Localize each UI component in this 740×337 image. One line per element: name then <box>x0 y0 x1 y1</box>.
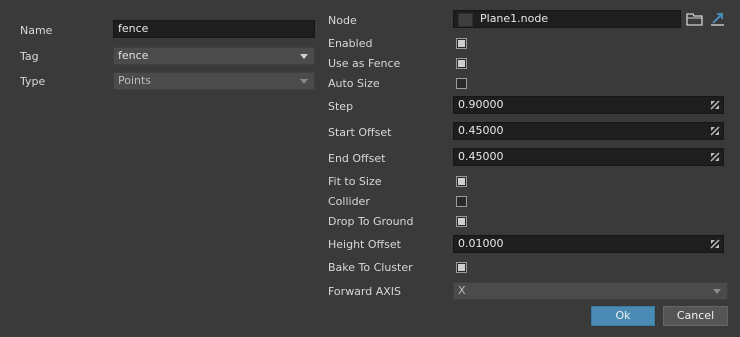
use-as-fence-label: Use as Fence <box>328 57 401 70</box>
auto-size-checkbox[interactable] <box>456 78 467 89</box>
chevron-down-icon <box>300 79 308 84</box>
fit-to-size-checkbox[interactable] <box>456 176 467 187</box>
forward-axis-dropdown[interactable]: X <box>453 282 728 300</box>
node-value: Plane1.node <box>480 12 549 25</box>
drop-to-ground-label: Drop To Ground <box>328 215 414 228</box>
end-offset-input[interactable]: 0.45000 <box>453 148 724 166</box>
name-input[interactable]: fence <box>113 20 315 38</box>
type-value: Points <box>118 74 152 87</box>
enabled-label: Enabled <box>328 37 373 50</box>
forward-axis-value: X <box>458 284 466 297</box>
name-label: Name <box>20 24 53 37</box>
tag-value: fence <box>118 49 149 62</box>
bake-to-cluster-label: Bake To Cluster <box>328 261 413 274</box>
chevron-down-icon <box>713 289 721 294</box>
open-arrow-icon[interactable] <box>709 11 727 27</box>
end-offset-value: 0.45000 <box>458 150 504 163</box>
enabled-checkbox[interactable] <box>456 38 467 49</box>
fit-to-size-label: Fit to Size <box>328 175 382 188</box>
bake-to-cluster-checkbox[interactable] <box>456 262 467 273</box>
node-input[interactable]: Plane1.node <box>453 10 681 28</box>
height-offset-value: 0.01000 <box>458 237 504 250</box>
drop-to-ground-checkbox[interactable] <box>456 216 467 227</box>
step-value: 0.90000 <box>458 98 504 111</box>
forward-axis-label: Forward AXIS <box>328 285 402 298</box>
slider-handle-icon[interactable] <box>710 152 720 162</box>
slider-handle-icon[interactable] <box>710 239 720 249</box>
use-as-fence-checkbox[interactable] <box>456 58 467 69</box>
type-dropdown[interactable]: Points <box>113 72 315 90</box>
auto-size-label: Auto Size <box>328 77 380 90</box>
type-label: Type <box>20 75 46 88</box>
slider-handle-icon[interactable] <box>710 100 720 110</box>
tag-dropdown[interactable]: fence <box>113 47 315 65</box>
start-offset-input[interactable]: 0.45000 <box>453 122 724 140</box>
collider-checkbox[interactable] <box>456 196 467 207</box>
height-offset-label: Height Offset <box>328 238 401 251</box>
chevron-down-icon <box>300 54 308 59</box>
height-offset-input[interactable]: 0.01000 <box>453 235 724 253</box>
tag-label: Tag <box>20 50 39 63</box>
folder-icon[interactable] <box>686 11 704 27</box>
step-label: Step <box>328 100 354 113</box>
start-offset-label: Start Offset <box>328 126 392 139</box>
cancel-button[interactable]: Cancel <box>663 306 728 326</box>
node-thumbnail-icon <box>458 13 473 27</box>
collider-label: Collider <box>328 195 370 208</box>
start-offset-value: 0.45000 <box>458 124 504 137</box>
end-offset-label: End Offset <box>328 152 386 165</box>
ok-button[interactable]: Ok <box>591 306 655 326</box>
node-label: Node <box>328 14 357 27</box>
slider-handle-icon[interactable] <box>710 126 720 136</box>
step-input[interactable]: 0.90000 <box>453 96 724 114</box>
